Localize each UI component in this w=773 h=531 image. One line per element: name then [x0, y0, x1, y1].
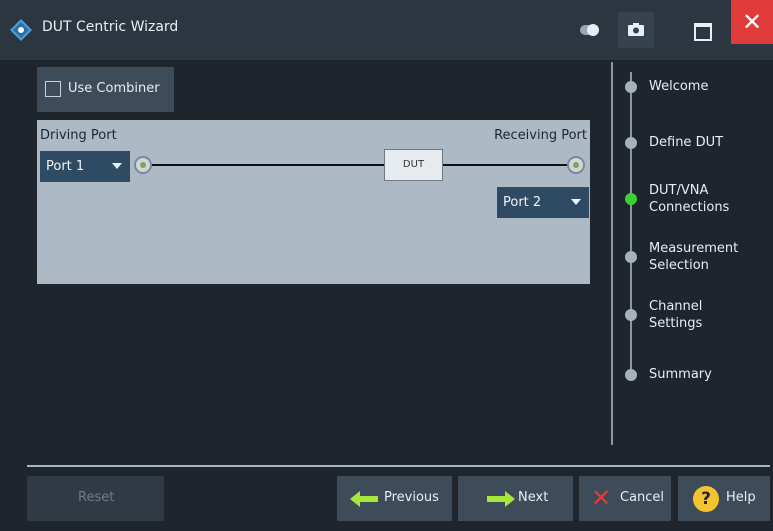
checkbox-icon[interactable]: [45, 81, 61, 97]
reset-button[interactable]: Reset: [27, 476, 164, 521]
step-dot-icon: [625, 251, 637, 263]
help-button[interactable]: ? Help: [678, 476, 770, 521]
help-label: Help: [726, 490, 756, 505]
toggle-icon[interactable]: [580, 24, 599, 36]
step-label: Welcome: [649, 79, 709, 94]
driving-port-label: Driving Port: [40, 128, 117, 143]
previous-label: Previous: [384, 490, 439, 505]
cancel-button[interactable]: ✕ Cancel: [579, 476, 671, 521]
arrow-right-icon: [487, 491, 515, 507]
use-combiner-label: Use Combiner: [68, 81, 160, 96]
step-dot-icon: [625, 81, 637, 93]
cancel-label: Cancel: [620, 490, 665, 505]
window-title: DUT Centric Wizard: [42, 19, 179, 35]
connection-wire-left: [152, 164, 384, 166]
next-button[interactable]: Next: [458, 476, 573, 521]
step-label: DUT/VNA Connections: [649, 183, 730, 215]
step-label: Define DUT: [649, 135, 724, 150]
driving-port-value: Port 1: [46, 159, 85, 174]
step-label: Summary: [649, 367, 712, 382]
screenshot-button[interactable]: [618, 12, 654, 48]
chevron-down-icon: [571, 199, 581, 205]
next-label: Next: [518, 490, 549, 505]
cancel-icon: ✕: [591, 484, 612, 512]
connection-wire-right: [443, 164, 567, 166]
receiving-port-value: Port 2: [503, 195, 542, 210]
app-logo-icon: [10, 19, 32, 41]
dut-block: DUT: [384, 149, 443, 181]
camera-icon: [628, 23, 644, 36]
chevron-down-icon: [112, 163, 122, 169]
step-dot-icon: [625, 309, 637, 321]
driving-port-connector-icon: [134, 156, 152, 174]
receiving-port-connector-icon: [567, 156, 585, 174]
maximize-button[interactable]: [684, 12, 720, 48]
step-dot-active-icon: [625, 193, 637, 205]
title-bar: DUT Centric Wizard ✕: [0, 0, 773, 60]
arrow-left-icon: [350, 491, 378, 507]
step-dot-icon: [625, 137, 637, 149]
close-button[interactable]: ✕: [731, 0, 773, 44]
help-icon: ?: [693, 486, 719, 512]
step-label: Measurement Selection: [649, 241, 739, 273]
reset-label: Reset: [78, 490, 115, 505]
steps-timeline: [630, 72, 632, 377]
step-label: Channel Settings: [649, 299, 703, 331]
sidebar-divider: [611, 62, 613, 445]
driving-port-select[interactable]: Port 1: [40, 151, 130, 182]
previous-button[interactable]: Previous: [337, 476, 452, 521]
receiving-port-select[interactable]: Port 2: [497, 187, 589, 218]
use-combiner-checkbox[interactable]: Use Combiner: [37, 67, 174, 112]
receiving-port-label: Receiving Port: [494, 128, 587, 143]
footer-divider: [27, 465, 770, 467]
step-dot-icon: [625, 369, 637, 381]
connection-diagram: Driving Port Receiving Port Port 1 DUT P…: [37, 120, 590, 284]
